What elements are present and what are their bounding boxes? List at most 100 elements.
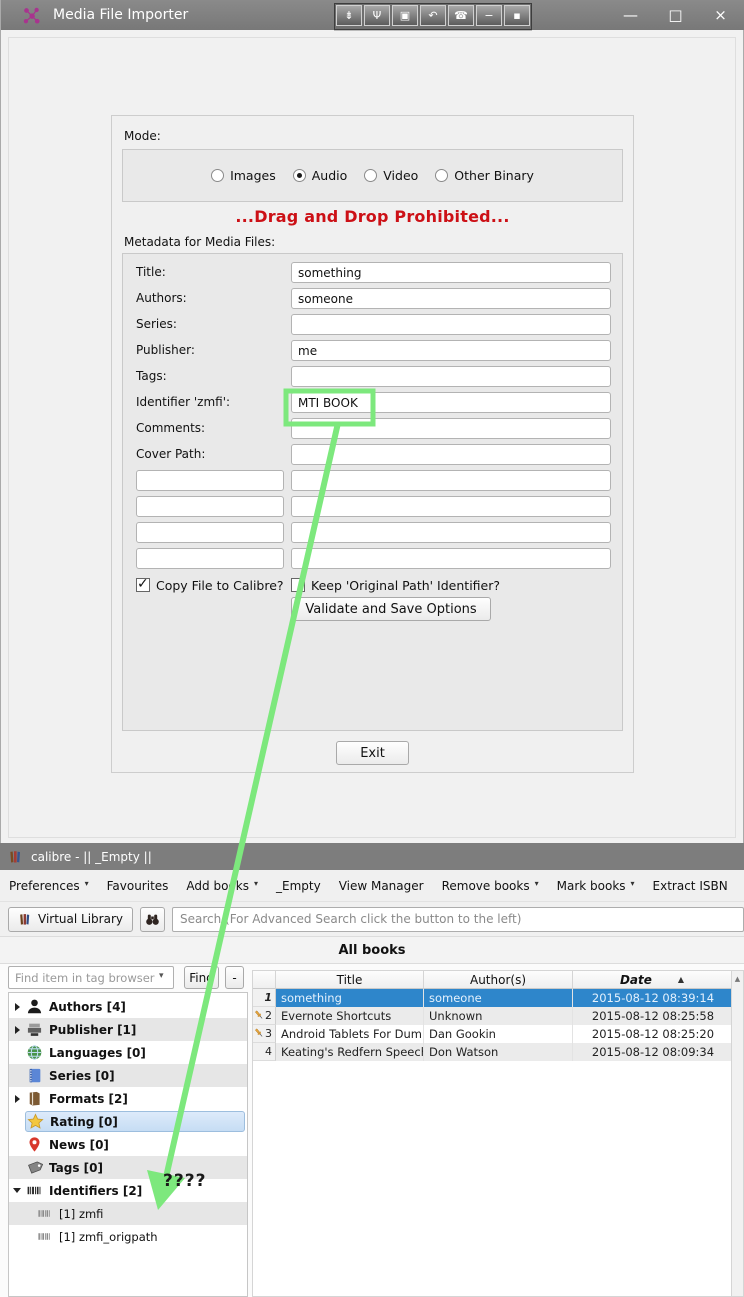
menu-item-empty[interactable]: _Empty <box>267 879 330 893</box>
row-number-cell[interactable]: 1 <box>253 989 276 1007</box>
row-number-cell[interactable]: 4 <box>253 1043 276 1061</box>
publisher-field[interactable] <box>291 340 611 361</box>
tag-browser-item-languages[interactable]: Languages [0] <box>9 1041 247 1064</box>
authors-cell[interactable]: someone <box>424 989 573 1007</box>
tags-field[interactable] <box>291 366 611 387</box>
radio-video[interactable]: Video <box>364 168 418 183</box>
menu-item-remove-books[interactable]: Remove books ▾ <box>433 879 548 893</box>
column-header-title[interactable]: Title <box>276 971 424 989</box>
copy-file-checkbox[interactable]: ✓ Copy File to Calibre? <box>136 576 284 594</box>
extra-field-right-4[interactable] <box>291 548 611 569</box>
book-row-1[interactable]: 1 something someone 2015-08-12 08:39:14 <box>253 989 731 1007</box>
tag-browser-item-identifiers[interactable]: Identifiers [2] <box>9 1179 247 1202</box>
scroll-up-icon[interactable]: ▲ <box>735 975 740 983</box>
menu-item-preferences[interactable]: Preferences ▾ <box>0 879 98 893</box>
advanced-search-button[interactable] <box>139 906 165 932</box>
authors-cell[interactable]: Dan Gookin <box>424 1025 573 1043</box>
chevron-down-icon[interactable]: ▾ <box>159 971 164 981</box>
tag-browser-item-zmfi-origpath[interactable]: [1] zmfi_origpath <box>9 1225 247 1248</box>
menu-item-add-books[interactable]: Add books ▾ <box>177 879 267 893</box>
authors-cell[interactable]: Don Watson <box>424 1043 573 1061</box>
tag-browser-item-authors[interactable]: Authors [4] <box>9 995 247 1018</box>
comments-field[interactable] <box>291 418 611 439</box>
menu-item-mark-books[interactable]: Mark books ▾ <box>548 879 644 893</box>
identifier-zmfi-field[interactable] <box>291 392 611 413</box>
tag-label: Identifiers [2] <box>49 1183 143 1198</box>
date-cell[interactable]: 2015-08-12 08:39:14 <box>573 989 733 1007</box>
radio-circle-video[interactable] <box>364 169 378 182</box>
extra-field-right-3[interactable] <box>291 522 611 543</box>
column-header-authors[interactable]: Author(s) <box>424 971 573 989</box>
extra-field-left-4[interactable] <box>136 548 284 569</box>
checkbox-checked-icon[interactable]: ✓ <box>136 576 150 592</box>
menu-item-view-manager[interactable]: View Manager <box>330 879 433 893</box>
exit-button[interactable]: Exit <box>336 741 409 765</box>
tag-browser-item-rating[interactable]: Rating [0] <box>9 1110 247 1133</box>
title-cell[interactable]: something <box>276 989 424 1007</box>
extra-field-right-1[interactable] <box>291 470 611 491</box>
extra-field-right-2[interactable] <box>291 496 611 517</box>
expander-collapsed-icon[interactable] <box>9 1003 25 1011</box>
book-row-4[interactable]: 4 Keating's Redfern Speech Don Watson 20… <box>253 1043 731 1061</box>
undo-icon[interactable]: ↶ <box>420 5 446 26</box>
extra-field-left-2[interactable] <box>136 496 284 517</box>
collapse-all-button[interactable]: - <box>225 966 244 989</box>
expander-expanded-icon[interactable] <box>9 1188 25 1193</box>
title-cell[interactable]: Keating's Redfern Speech <box>276 1043 424 1061</box>
menu-item-extract-isbn[interactable]: Extract ISBN <box>644 879 737 893</box>
radio-circle-images[interactable] <box>211 169 225 182</box>
tag-browser-item-publisher[interactable]: Publisher [1] <box>9 1018 247 1041</box>
radio-circle-other-binary[interactable] <box>435 169 449 182</box>
window-restore-icon[interactable]: ▣ <box>392 5 418 26</box>
minimize-button[interactable]: — <box>608 0 653 30</box>
toolbar-dot-icon[interactable]: ▪ <box>504 5 530 26</box>
column-header-date[interactable]: Date ▲ <box>573 971 731 989</box>
tag-browser-find-input[interactable] <box>8 966 174 989</box>
date-cell[interactable]: 2015-08-12 08:25:58 <box>573 1007 733 1025</box>
radio-audio[interactable]: Audio <box>292 168 347 183</box>
tag-browser-item-series[interactable]: Series [0] <box>9 1064 247 1087</box>
expander-collapsed-icon[interactable] <box>9 1095 25 1103</box>
validate-and-save-button[interactable]: Validate and Save Options <box>291 597 491 621</box>
row-number-cell[interactable]: 2 <box>253 1007 276 1025</box>
authors-field[interactable] <box>291 288 611 309</box>
date-cell[interactable]: 2015-08-12 08:25:20 <box>573 1025 733 1043</box>
title-cell[interactable]: Android Tablets For Dummies <box>276 1025 424 1043</box>
row-number-cell[interactable]: 3 <box>253 1025 276 1043</box>
extra-field-left-1[interactable] <box>136 470 284 491</box>
tag-browser-item-zmfi[interactable]: [1] zmfi <box>9 1202 247 1225</box>
radio-other-binary[interactable]: Other Binary <box>435 168 534 183</box>
keep-original-path-checkbox[interactable]: Keep 'Original Path' Identifier? <box>291 576 500 594</box>
menu-item-favourites[interactable]: Favourites <box>98 879 178 893</box>
wrench-icon[interactable]: Ψ <box>364 5 390 26</box>
menu-item-generate-cover[interactable]: Generate Cover <box>737 879 744 893</box>
radio-images[interactable]: Images <box>211 168 276 183</box>
title-cell[interactable]: Evernote Shortcuts <box>276 1007 424 1025</box>
expander-collapsed-icon[interactable] <box>9 1026 25 1034</box>
search-input[interactable] <box>171 906 744 932</box>
phone-icon[interactable]: ☎ <box>448 5 474 26</box>
cover-path-field[interactable] <box>291 444 611 465</box>
calibre-titlebar: calibre - || _Empty || <box>0 843 744 870</box>
book-table-scrollbar[interactable]: ▲ <box>732 970 744 1297</box>
tag-browser-item-tags[interactable]: Tags [0] <box>9 1156 247 1179</box>
toolbar-minimize-icon[interactable]: − <box>476 5 502 26</box>
authors-cell[interactable]: Unknown <box>424 1007 573 1025</box>
extra-field-left-3[interactable] <box>136 522 284 543</box>
series-field[interactable] <box>291 314 611 335</box>
tag-browser-item-formats[interactable]: Formats [2] <box>9 1087 247 1110</box>
series-label: Series: <box>136 317 177 331</box>
book-row-2[interactable]: 2 Evernote Shortcuts Unknown 2015-08-12 … <box>253 1007 731 1025</box>
calibre-menubar: Preferences ▾ Favourites Add books ▾ _Empt… <box>0 870 744 902</box>
virtual-library-button[interactable]: Virtual Library <box>8 906 133 932</box>
date-cell[interactable]: 2015-08-12 08:09:34 <box>573 1043 733 1061</box>
checkbox-unchecked-icon[interactable] <box>291 578 305 592</box>
title-field[interactable] <box>291 262 611 283</box>
close-button[interactable]: × <box>698 0 743 30</box>
find-button[interactable]: Find <box>184 966 219 989</box>
radio-circle-audio[interactable] <box>292 169 306 182</box>
maximize-button[interactable]: □ <box>653 0 698 30</box>
tag-browser-item-news[interactable]: News [0] <box>9 1133 247 1156</box>
book-row-3[interactable]: 3 Android Tablets For Dummies Dan Gookin… <box>253 1025 731 1043</box>
collapse-icon[interactable]: ⇟ <box>336 5 362 26</box>
